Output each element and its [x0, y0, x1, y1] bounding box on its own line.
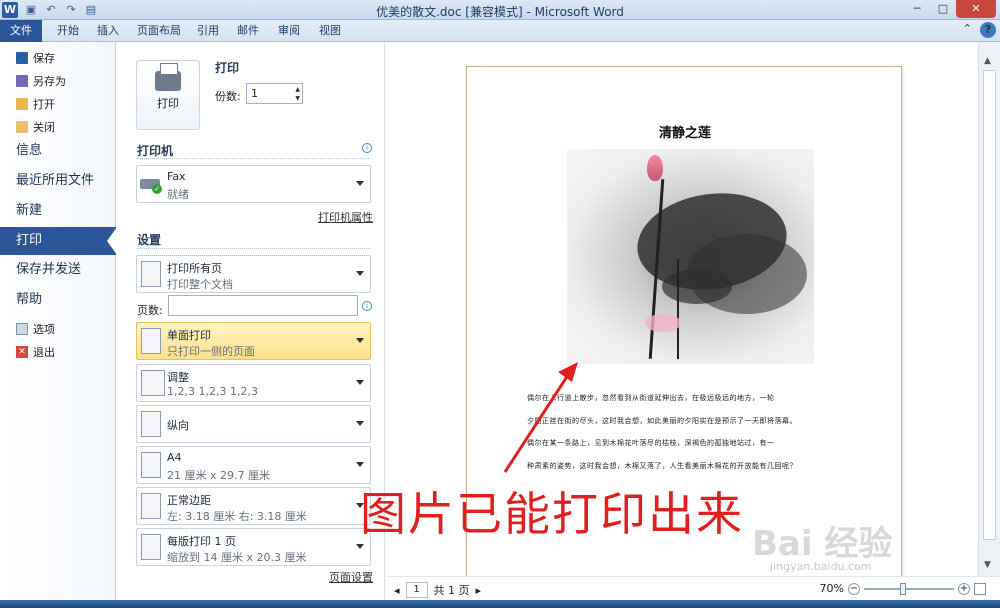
zoom-out-icon[interactable]: −: [848, 582, 860, 595]
watermark-url: jingyan.baidu.com: [770, 560, 872, 573]
zoom-control: 70% − +: [820, 582, 986, 595]
windows-taskbar: [0, 600, 1000, 608]
zoom-slider[interactable]: [864, 582, 954, 595]
previous-page-icon[interactable]: ◂: [394, 584, 400, 597]
zoom-level[interactable]: 70%: [820, 582, 844, 595]
preview-status-bar: ◂ 1 共 1 页 ▸ 70% − +: [386, 576, 1000, 600]
page-number-input[interactable]: 1: [405, 582, 428, 598]
vertical-scrollbar[interactable]: ▲ ▼: [978, 42, 1000, 576]
annotation-text: 图片已能打印出来: [360, 487, 744, 541]
zoom-in-icon[interactable]: +: [958, 582, 970, 595]
scroll-down-icon[interactable]: ▼: [984, 560, 991, 570]
page-total: 共 1 页: [433, 584, 470, 597]
scroll-up-icon[interactable]: ▲: [984, 56, 991, 66]
page-navigator: ◂ 1 共 1 页 ▸: [394, 582, 481, 598]
zoom-to-page-icon[interactable]: [974, 582, 986, 595]
scroll-thumb[interactable]: [983, 70, 996, 540]
baidu-watermark: Bai 经验: [752, 524, 893, 564]
next-page-icon[interactable]: ▸: [476, 584, 482, 597]
zoom-slider-thumb[interactable]: [900, 582, 906, 595]
